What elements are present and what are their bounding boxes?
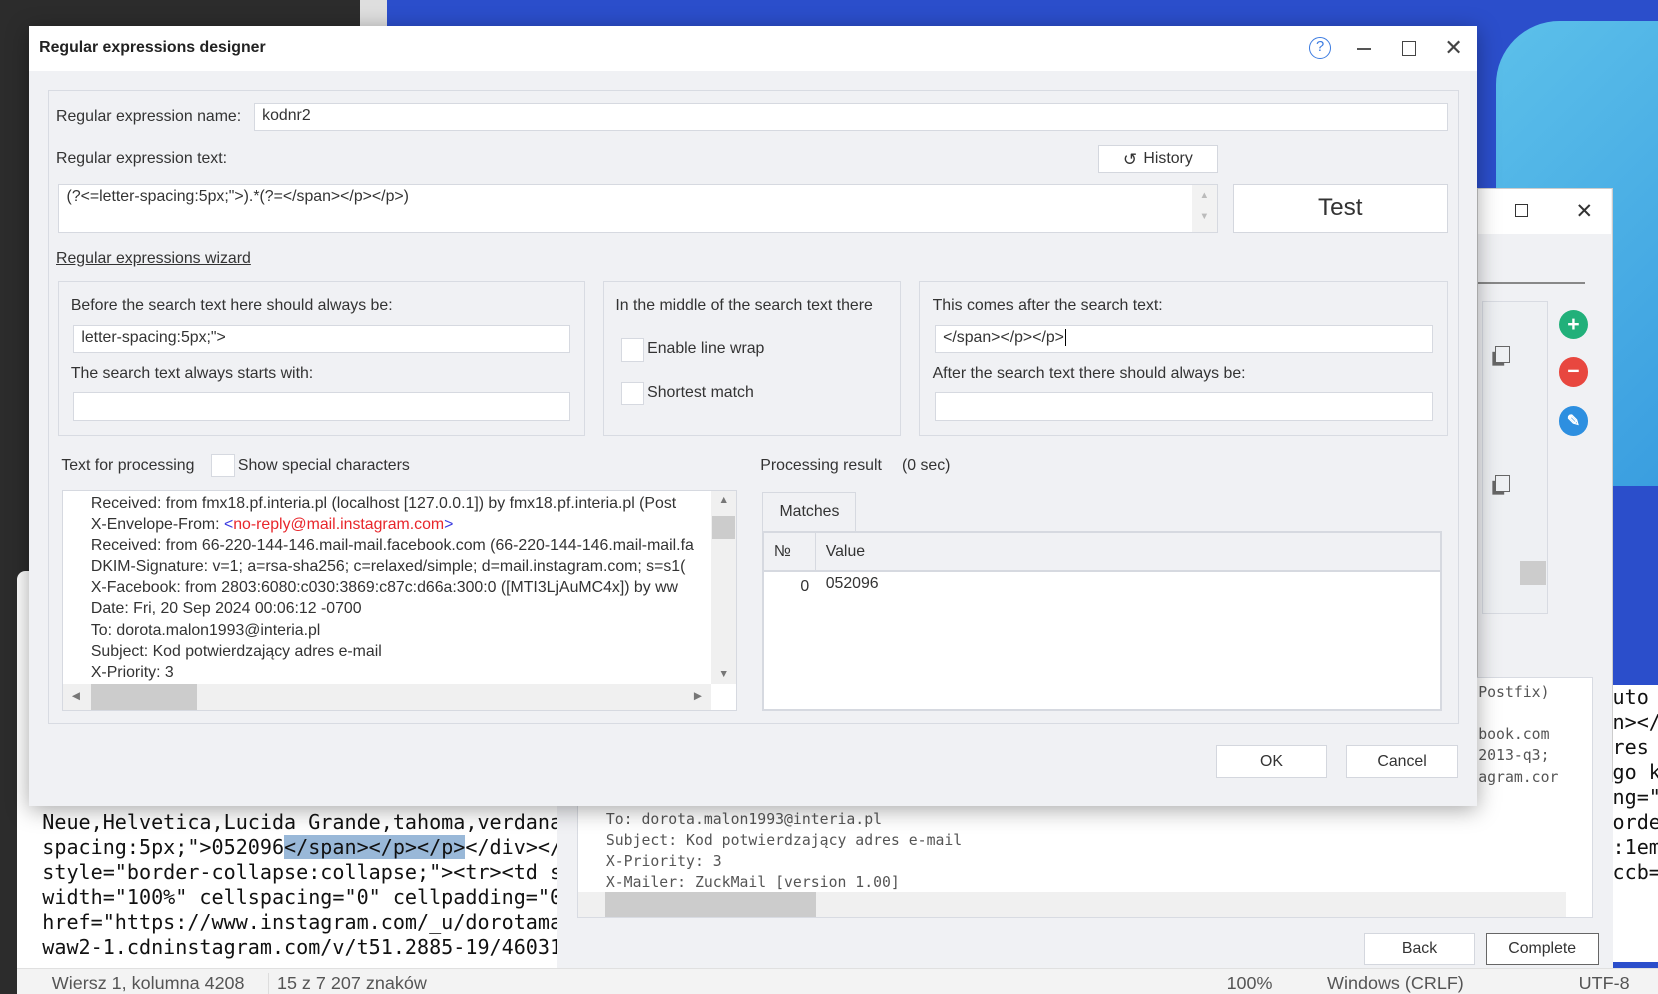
status-eol: Windows (CRLF)	[1327, 972, 1464, 993]
status-chars: 15 z 7 207 znaków	[267, 972, 427, 994]
regex-designer-dialog: Regular expressions designer ? ✕ Regular…	[28, 26, 1478, 806]
regex-text-input[interactable]: (?<=letter-spacing:5px;">).*(?=</span></…	[58, 183, 1219, 233]
dialog-title: Regular expressions designer	[39, 39, 266, 57]
show-special-characters-checkbox[interactable]	[211, 453, 235, 477]
minimize-icon[interactable]	[1356, 47, 1372, 50]
show-special-characters-label: Show special characters	[237, 456, 410, 474]
editor-right-part: uto n></res go k ng=" orde:1em ccb=	[1612, 685, 1658, 963]
table-row[interactable]: 0 052096	[764, 575, 1440, 598]
close-icon[interactable]: ✕	[1444, 35, 1463, 61]
status-encoding: UTF-8	[1578, 972, 1630, 993]
text-line: To: dorota.malon1993@interia.pl	[90, 621, 321, 639]
editor-status-bar: Wiersz 1, kolumna 4208 15 z 7 207 znaków…	[16, 967, 1658, 994]
text-line: Subject: Kod potwierdzający adres e-mail	[90, 642, 382, 660]
text-line: X-Priority: 3	[90, 663, 174, 681]
text-line: DKIM-Signature: v=1; a=rsa-sha256; c=rel…	[90, 558, 686, 576]
copy-icon[interactable]	[1495, 345, 1510, 363]
shortest-match-checkbox[interactable]	[620, 381, 644, 405]
regex-wizard-link[interactable]: Regular expressions wizard	[56, 250, 251, 268]
starts-label: The search text always starts with:	[70, 364, 314, 382]
regex-scrollbar[interactable]: ▲ ▼	[1191, 185, 1218, 232]
ok-button[interactable]: OK	[1216, 745, 1328, 779]
text-for-processing-area[interactable]: Received: from fmx18.pf.interia.pl (loca…	[62, 489, 737, 711]
test-button[interactable]: Test	[1232, 183, 1448, 233]
after-always-label: After the search text there should alway…	[932, 364, 1246, 382]
matches-table: № Value 0 052096	[762, 530, 1443, 711]
row-value: 052096	[825, 575, 879, 593]
scrollbar-thumb[interactable]	[1520, 561, 1546, 585]
after-label: This comes after the search text:	[932, 297, 1163, 315]
name-label: Regular expression name:	[56, 107, 242, 125]
remove-icon[interactable]: −	[1558, 357, 1589, 387]
edit-icon[interactable]: ✎	[1558, 406, 1589, 436]
back-button[interactable]: Back	[1364, 932, 1476, 966]
before-label: Before the search text here should alway…	[70, 297, 393, 315]
middle-label: In the middle of the search text there	[615, 297, 873, 315]
editor-line: href="https://www.instagram.com/_u/dorot…	[42, 909, 563, 934]
editor-line: width="100%" cellspacing="0" cellpadding…	[42, 884, 563, 909]
editor-line: style="border-collapse:collapse;"><tr><t…	[42, 859, 563, 884]
before-input[interactable]: letter-spacing:5px;">	[72, 324, 570, 354]
starts-input[interactable]	[72, 392, 570, 421]
row-number: 0	[800, 578, 810, 596]
maximize-icon[interactable]	[1515, 204, 1528, 217]
text-line: X-Envelope-From: <no-reply@mail.instagra…	[90, 515, 454, 533]
shortest-match-label: Shortest match	[647, 383, 754, 401]
text-line: Received: from 66-220-144-146.mail-mail.…	[90, 536, 694, 554]
status-position: Wiersz 1, kolumna 4208	[51, 972, 245, 993]
title-bar: Regular expressions designer ? ✕	[28, 26, 1478, 71]
history-button[interactable]: ↺ History	[1097, 144, 1219, 174]
text-cursor	[1065, 328, 1066, 346]
column-header-value[interactable]: Value	[826, 543, 865, 561]
tab-matches[interactable]: Matches	[762, 491, 857, 532]
status-zoom: 100%	[1226, 972, 1273, 993]
editor-line: Neue,Helvetica,Lucida Grande,tahoma,verd…	[42, 809, 563, 834]
bg-text-line: X-Priority: 3	[605, 853, 722, 871]
horizontal-scrollbar[interactable]	[578, 892, 1566, 917]
enable-line-wrap-checkbox[interactable]	[620, 338, 644, 362]
regex-text-label: Regular expression text:	[56, 150, 228, 168]
text-processing-label: Text for processing	[61, 456, 195, 474]
history-icon: ↺	[1122, 149, 1138, 169]
horizontal-scrollbar[interactable]: ◀ ▶	[63, 684, 711, 710]
selected-text: </span></p></p>	[284, 834, 466, 859]
after-always-input[interactable]	[934, 392, 1433, 421]
vertical-scrollbar[interactable]: ▲ ▼	[710, 490, 736, 685]
editor-line: spacing:5px;">052096</span></p></p></div…	[42, 834, 563, 859]
copy-icon[interactable]	[1495, 474, 1510, 492]
text-line: Received: from fmx18.pf.interia.pl (loca…	[90, 494, 677, 512]
text-line: Date: Fri, 20 Sep 2024 00:06:12 -0700	[90, 600, 362, 618]
processing-result-label: Processing result	[760, 456, 882, 474]
background-window-lower: To: dorota.malon1993@interia.pl Subject:…	[557, 676, 1613, 968]
maximize-icon[interactable]	[1402, 41, 1416, 57]
table-header: № Value	[764, 532, 1441, 572]
help-icon[interactable]: ?	[1309, 36, 1332, 60]
after-input[interactable]: </span></p></p>	[934, 324, 1433, 354]
editor-line: waw2-1.cdninstagram.com/v/t51.2885-19/46…	[42, 934, 563, 959]
complete-button[interactable]: Complete	[1485, 932, 1599, 966]
bg-text-line: Subject: Kod potwierdzający adres e-mail	[605, 832, 963, 850]
column-header-no[interactable]: №	[774, 543, 791, 561]
bg-text-line: X-Mailer: ZuckMail [version 1.00]	[605, 874, 900, 892]
bg-text-line: To: dorota.malon1993@interia.pl	[605, 810, 883, 828]
text-line: X-Facebook: from 2803:6080:c030:3869:c87…	[90, 579, 678, 597]
regex-name-input[interactable]: kodnr2	[253, 102, 1448, 132]
close-icon[interactable]: ✕	[1575, 198, 1593, 224]
enable-line-wrap-label: Enable line wrap	[647, 340, 765, 358]
processing-time: (0 sec)	[901, 456, 951, 474]
cancel-button[interactable]: Cancel	[1346, 745, 1459, 779]
